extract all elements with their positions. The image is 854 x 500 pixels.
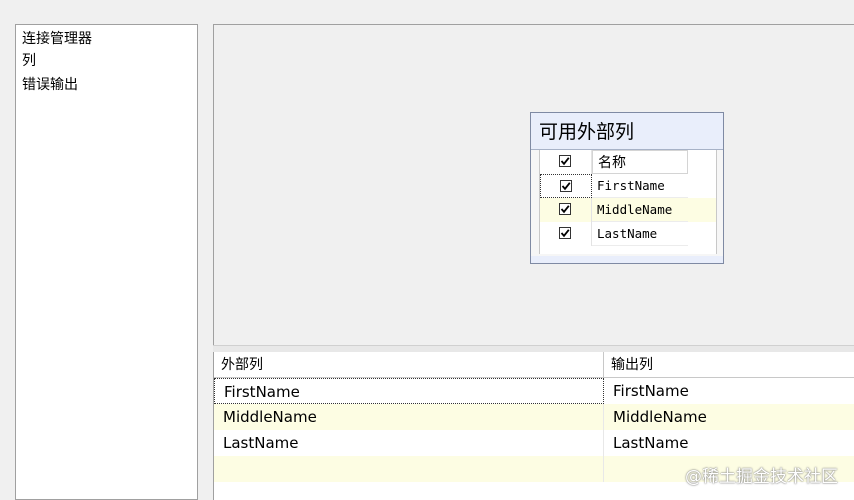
column-row[interactable]: FirstName — [540, 174, 716, 198]
column-checkbox[interactable] — [559, 203, 571, 215]
column-name: MiddleName — [592, 198, 688, 222]
column-list: 名称 FirstName MiddleName LastName — [539, 150, 717, 254]
pane-splitter[interactable] — [213, 345, 854, 352]
table-title: 可用外部列 — [539, 121, 635, 143]
column-name: FirstName — [592, 174, 688, 198]
watermark: @稀土掘金技术社区 — [685, 467, 838, 487]
column-header-row: 名称 — [540, 150, 716, 174]
output-column-header[interactable]: 输出列 — [604, 352, 854, 378]
output-column-cell[interactable]: FirstName — [604, 378, 854, 404]
column-name: LastName — [592, 222, 688, 246]
select-all-checkbox[interactable] — [559, 155, 571, 167]
table-row[interactable]: MiddleName MiddleName — [214, 404, 854, 430]
table-row[interactable]: FirstName FirstName — [214, 378, 854, 404]
output-column-cell[interactable]: MiddleName — [604, 404, 854, 430]
column-row[interactable]: MiddleName — [540, 198, 716, 222]
checkbox-cell — [540, 222, 592, 246]
column-row[interactable]: LastName — [540, 222, 716, 246]
nav-item-error-output[interactable]: 错误输出 — [22, 74, 78, 96]
nav-item-columns[interactable]: 列 — [22, 50, 36, 72]
select-all-cell — [540, 150, 592, 174]
external-column-cell[interactable]: MiddleName — [214, 404, 604, 430]
checkbox-cell — [540, 174, 592, 198]
table-row[interactable]: LastName LastName — [214, 430, 854, 456]
external-column-cell[interactable] — [214, 456, 604, 482]
external-column-cell[interactable]: LastName — [214, 430, 604, 456]
output-column-cell[interactable]: LastName — [604, 430, 854, 456]
available-columns-table[interactable]: 可用外部列 名称 FirstName MiddleName LastName — [530, 112, 724, 264]
column-checkbox[interactable] — [560, 180, 572, 192]
column-checkbox[interactable] — [559, 227, 571, 239]
designer-canvas: 可用外部列 名称 FirstName MiddleName LastName — [213, 24, 854, 345]
external-column-header[interactable]: 外部列 — [214, 352, 604, 378]
table-body: 名称 FirstName MiddleName LastName — [531, 149, 723, 256]
name-column-header: 名称 — [592, 150, 688, 174]
nav-item-connection-manager[interactable]: 连接管理器 — [22, 28, 92, 50]
checkbox-cell — [540, 198, 592, 222]
external-column-cell[interactable]: FirstName — [214, 378, 604, 404]
navigation-pane: 连接管理器 列 错误输出 — [15, 24, 198, 500]
